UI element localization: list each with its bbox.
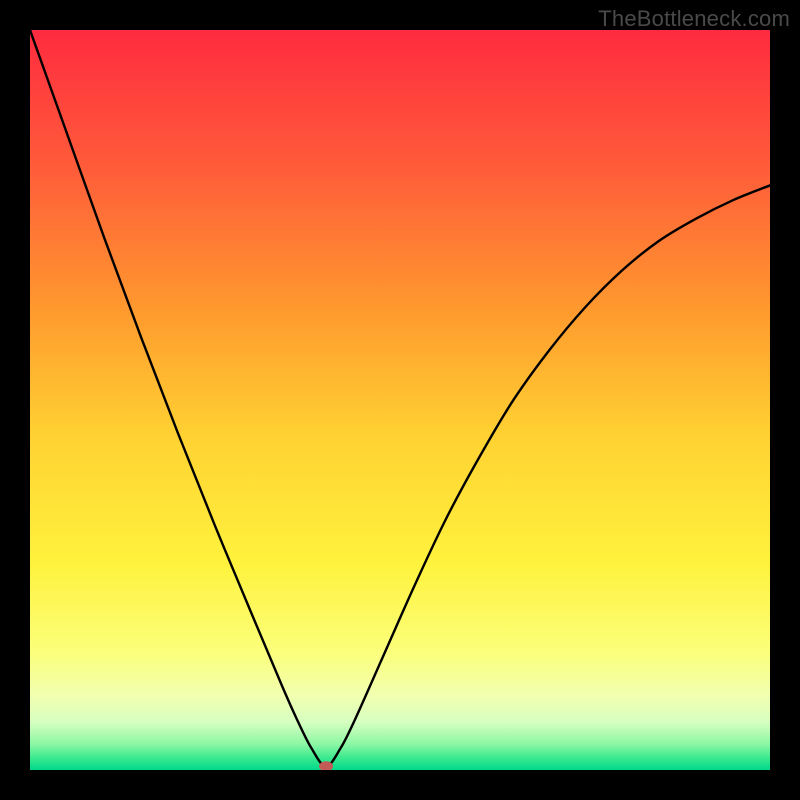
- plot-area: [30, 30, 770, 770]
- chart-frame: TheBottleneck.com: [0, 0, 800, 800]
- chart-background: [30, 30, 770, 770]
- watermark-text: TheBottleneck.com: [598, 6, 790, 32]
- chart-svg: [30, 30, 770, 770]
